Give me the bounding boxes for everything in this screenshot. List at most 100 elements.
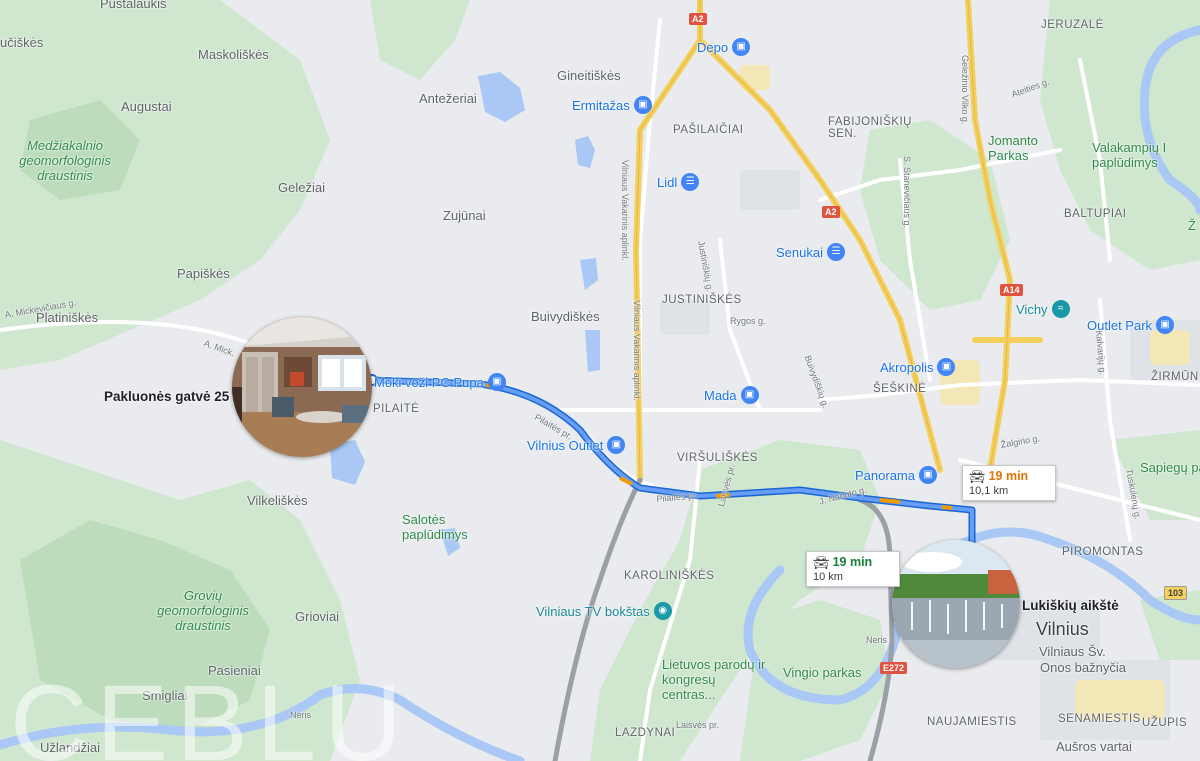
highway-shield: A2 bbox=[689, 13, 707, 25]
camera-icon: ◉ bbox=[653, 602, 672, 620]
poi-marker[interactable]: Mada ▣ bbox=[704, 386, 759, 404]
road-label: Vilniaus Vakarinis aplinkl. bbox=[620, 160, 630, 261]
poi-label: Outlet Park bbox=[1087, 317, 1153, 333]
road-label: Rygos g. bbox=[730, 316, 766, 326]
place-label: KAROLINIŠKĖS bbox=[624, 570, 715, 582]
start-location-photo[interactable] bbox=[232, 317, 372, 457]
interior-photo-image bbox=[232, 317, 372, 457]
poi-label: Vichy bbox=[1016, 301, 1048, 317]
place-label: JERUZALĖ bbox=[1041, 19, 1104, 31]
place-label: VIRŠULIŠKĖS bbox=[677, 452, 758, 464]
poi-label: Akropolis bbox=[880, 359, 934, 375]
poi-label: Mada bbox=[704, 387, 737, 403]
place-label: PIROMONTAS bbox=[1062, 546, 1144, 558]
poi-label: Ermitažas bbox=[572, 97, 630, 113]
destination-label: Lukiškių aikštė bbox=[1022, 598, 1119, 613]
poi-marker[interactable]: Outlet Park ▣ bbox=[1087, 316, 1175, 334]
place-label: Valakampių I paplūdimys bbox=[1092, 140, 1167, 170]
place-label: UŽUPIS bbox=[1142, 717, 1188, 729]
route-card-primary[interactable]: 🚘︎ 19 min 10,1 km bbox=[962, 465, 1056, 501]
highway-shield: A2 bbox=[822, 206, 840, 218]
shopping-bag-icon: ▣ bbox=[937, 358, 956, 376]
place-label: FABIJONIŠKIŲ SEN. bbox=[828, 116, 912, 140]
fountain-square-photo-image bbox=[892, 540, 1020, 668]
watermark: CEBLU bbox=[10, 662, 411, 761]
place-label: BALTUPIAI bbox=[1064, 208, 1127, 220]
poi-label: Depo bbox=[697, 39, 729, 55]
shopping-bag-icon: ▣ bbox=[918, 466, 937, 484]
place-label: Sapiegų pa bbox=[1140, 460, 1200, 475]
poi-marker[interactable]: Lidl ☰ bbox=[657, 173, 700, 191]
poi-label: Lidl bbox=[657, 174, 678, 190]
poi-marker[interactable]: Panorama ▣ bbox=[855, 466, 937, 484]
place-label: Grioviai bbox=[295, 609, 340, 624]
shopping-bag-icon: ▣ bbox=[732, 38, 751, 56]
place-label: ŠEŠKINĖ bbox=[873, 383, 927, 395]
place-label: Geležiai bbox=[278, 180, 325, 195]
poi-label: Senukai bbox=[776, 244, 823, 260]
place-label: PAŠILAIČIAI bbox=[673, 124, 744, 136]
place-label: Lietuvos parodų ir kongresų centras... bbox=[662, 657, 766, 702]
car-icon: 🚘︎ bbox=[969, 469, 986, 484]
place-label: Aušros vartai bbox=[1056, 739, 1132, 754]
highway-shield: A14 bbox=[1000, 284, 1023, 296]
place-label: Maskoliškės bbox=[198, 47, 269, 62]
place-label: Pustalaukis bbox=[100, 0, 167, 11]
place-label: učiškės bbox=[0, 35, 44, 50]
shopping-bag-icon: ▣ bbox=[487, 373, 506, 391]
place-label: Augustai bbox=[121, 99, 172, 114]
place-label: Neris bbox=[866, 635, 888, 645]
place-label: Papiškės bbox=[177, 266, 230, 281]
poi-marker[interactable]: Akropolis ▣ bbox=[880, 358, 956, 376]
place-label: SENAMIESTIS bbox=[1058, 713, 1141, 725]
route-time: 19 min bbox=[988, 469, 1029, 483]
shopping-cart-icon: ☰ bbox=[681, 173, 700, 191]
place-label: Grovių geomorfologinis draustinis bbox=[157, 588, 249, 633]
poi-label: Moki veži PC Pupa bbox=[374, 374, 484, 390]
shopping-bag-icon: ▣ bbox=[740, 386, 759, 404]
poi-label: Panorama bbox=[855, 467, 915, 483]
place-label: JUSTINIŠKĖS bbox=[662, 294, 742, 306]
route-distance: 10 km bbox=[813, 571, 843, 583]
shopping-bag-icon: ▣ bbox=[607, 436, 626, 454]
shopping-cart-icon: ☰ bbox=[826, 243, 845, 261]
car-icon: 🚘︎ bbox=[813, 555, 830, 570]
place-label: Ž bbox=[1188, 218, 1196, 233]
map-base-layer bbox=[0, 0, 1200, 761]
poi-marker[interactable]: Senukai ☰ bbox=[776, 243, 845, 261]
poi-label: Vilnius Outlet bbox=[527, 437, 604, 453]
poi-marker[interactable]: Moki veži PC Pupa ▣ bbox=[374, 373, 506, 391]
place-label: ŽIRMŪN bbox=[1151, 371, 1199, 383]
place-label: Vilniaus Šv. bbox=[1039, 644, 1106, 659]
poi-marker[interactable]: Ermitažas ▣ bbox=[572, 96, 652, 114]
highway-shield: 103 bbox=[1164, 586, 1188, 600]
place-label: Salotės paplūdimys bbox=[402, 512, 468, 542]
map-view[interactable]: Pustalaukis učiškės Maskoliškės Augustai Med… bbox=[0, 0, 1200, 761]
road-label: S. Stanevičiaus g. bbox=[902, 156, 912, 229]
poi-marker[interactable]: Vilnius Outlet ▣ bbox=[527, 436, 626, 454]
place-label: Onos bažnyčia bbox=[1040, 660, 1126, 675]
road-label: Geležinio Vilko g. bbox=[960, 55, 970, 125]
water-park-icon: ≈ bbox=[1051, 300, 1070, 318]
place-label: LAZDYNAI bbox=[615, 727, 676, 739]
place-label: Gineitiškės bbox=[557, 68, 621, 83]
highway-shield: E272 bbox=[880, 662, 908, 674]
road-label: Vilniaus Vakarinis aplinkl. bbox=[632, 300, 642, 401]
route-time: 19 min bbox=[832, 555, 873, 569]
city-label: Vilnius bbox=[1036, 619, 1089, 639]
shopping-bag-icon: ▣ bbox=[633, 96, 652, 114]
route-card-alternative[interactable]: 🚘︎ 19 min 10 km bbox=[806, 551, 900, 587]
poi-marker[interactable]: Depo ▣ bbox=[697, 38, 751, 56]
shopping-bag-icon: ▣ bbox=[1156, 316, 1175, 334]
place-label: Buivydiškės bbox=[531, 309, 600, 324]
place-label: NAUJAMIESTIS bbox=[927, 716, 1017, 728]
destination-location-photo[interactable] bbox=[892, 540, 1020, 668]
poi-label: Vilniaus TV bokštas bbox=[536, 603, 650, 619]
place-label: Antežeriai bbox=[419, 91, 477, 106]
place-label: Medžiakalnio geomorfologinis draustinis bbox=[19, 138, 111, 183]
poi-marker[interactable]: Vilniaus TV bokštas ◉ bbox=[536, 602, 672, 620]
place-label: Vingio parkas bbox=[783, 665, 862, 680]
road-label: Laisvės pr. bbox=[676, 720, 720, 730]
poi-marker[interactable]: Vichy ≈ bbox=[1016, 300, 1070, 318]
place-label: Zujūnai bbox=[443, 208, 486, 223]
